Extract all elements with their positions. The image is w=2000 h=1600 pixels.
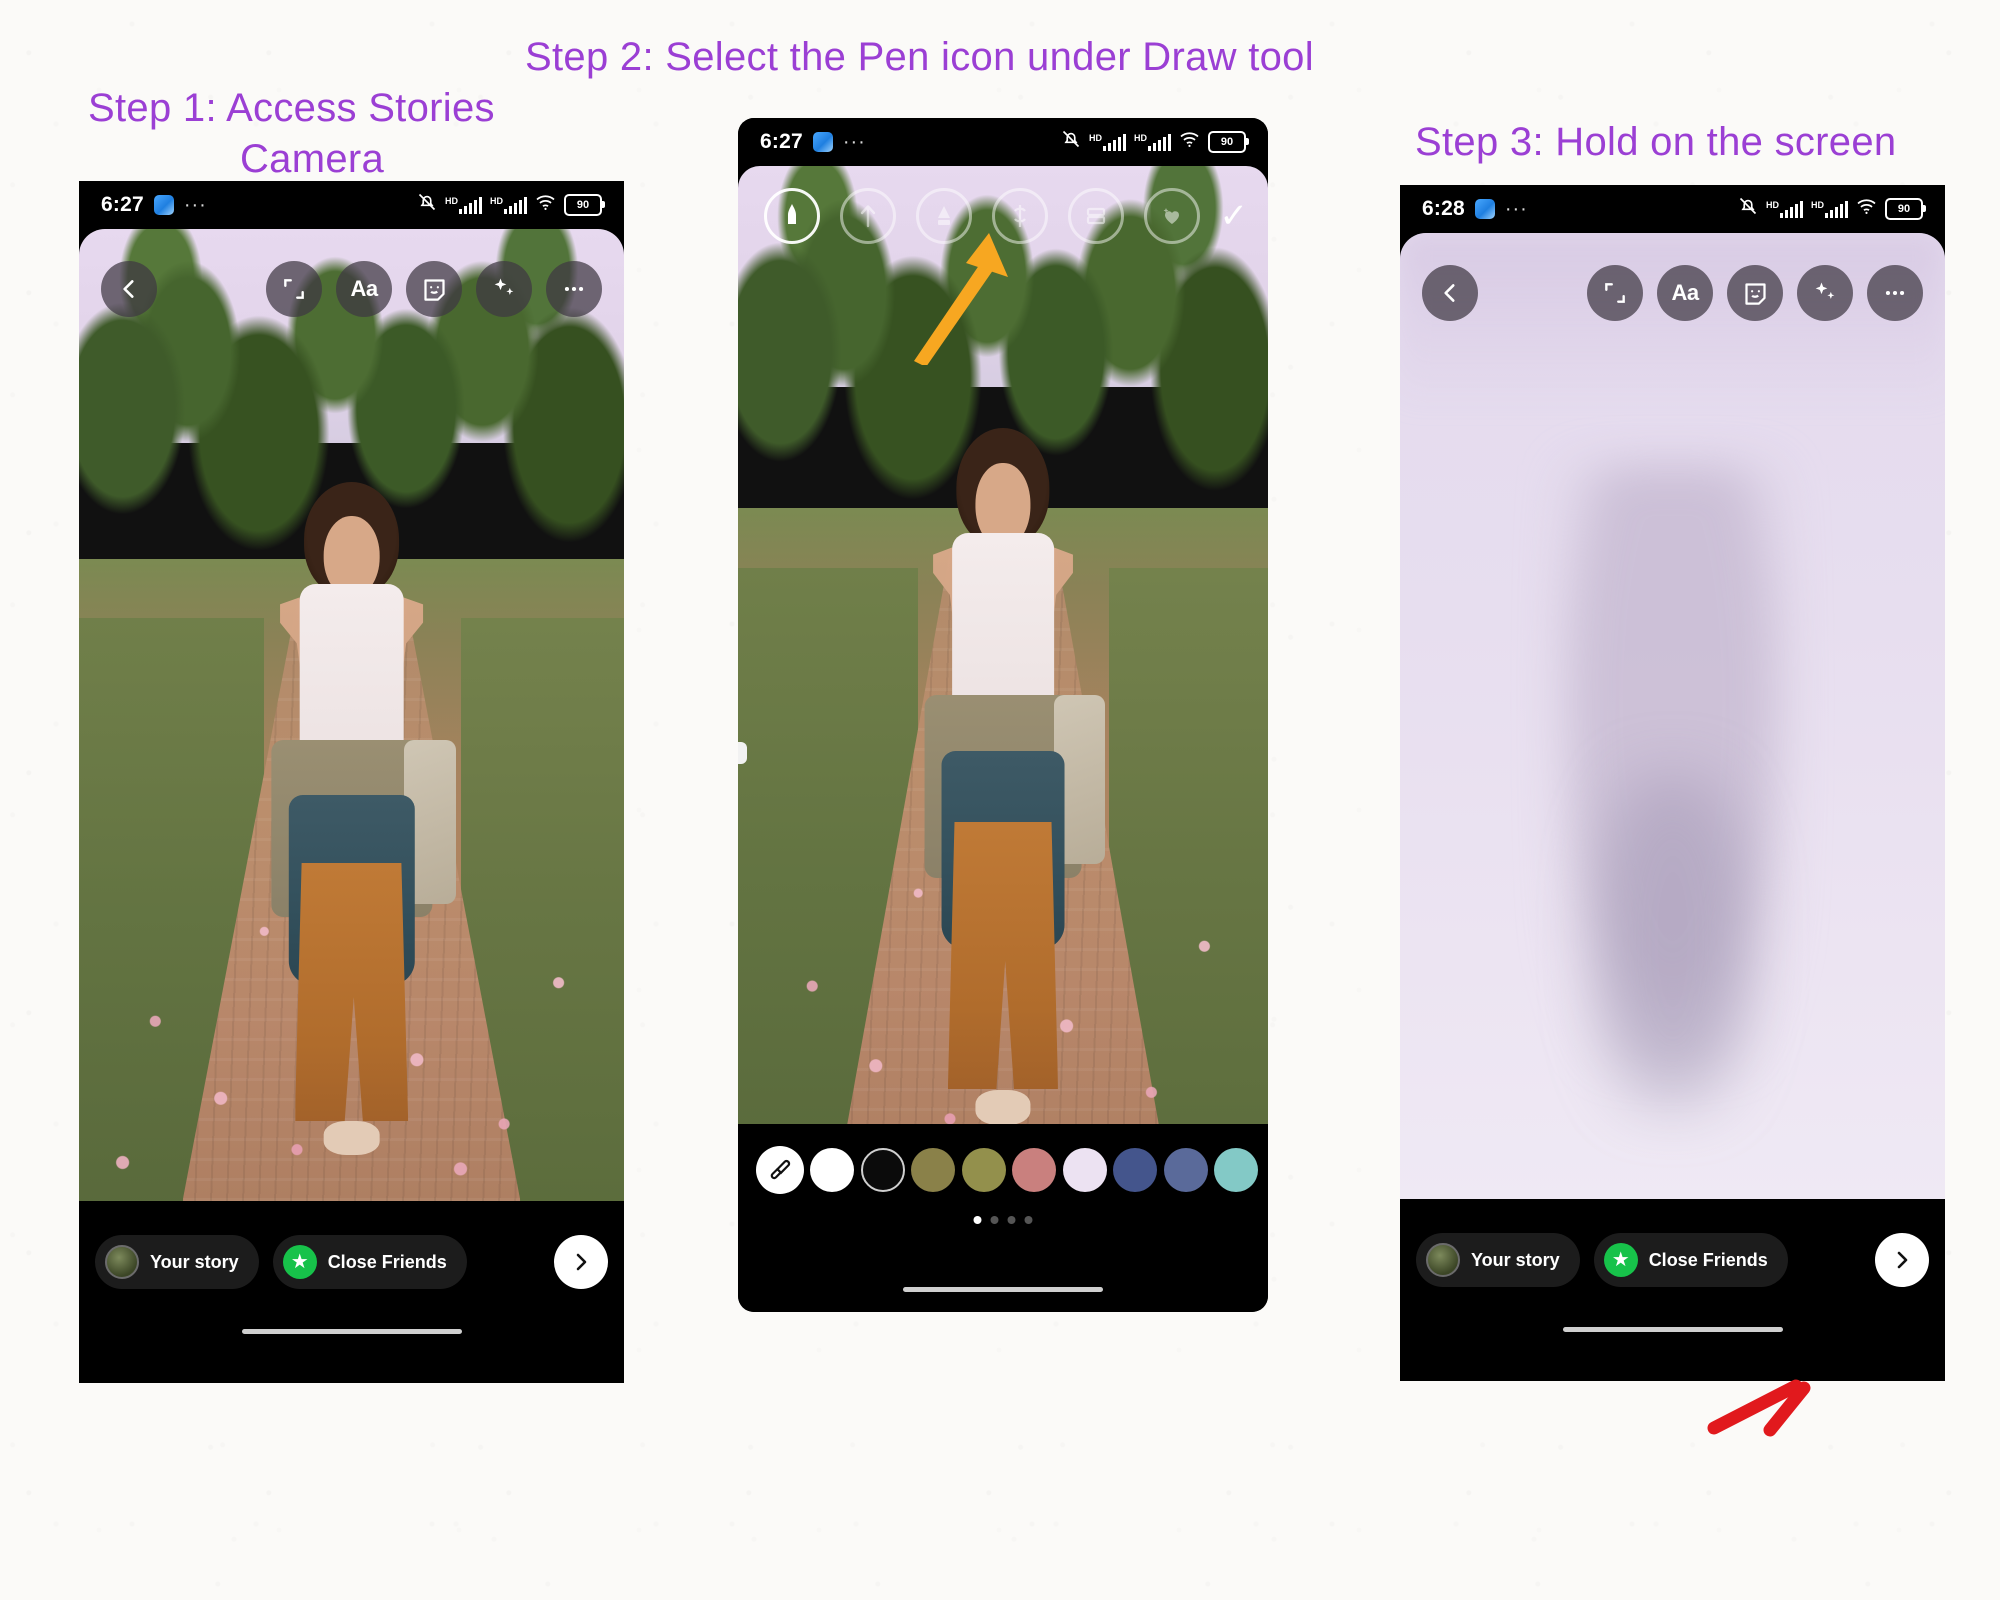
status-time: 6:28: [1422, 197, 1465, 220]
send-button[interactable]: [554, 1235, 608, 1289]
draw-tool-bar: ✓: [764, 188, 1248, 244]
person-in-photo: [243, 481, 461, 1162]
bell-muted-icon: [1061, 129, 1081, 155]
your-story-button[interactable]: Your story: [1416, 1233, 1580, 1287]
story-draw-canvas[interactable]: ✓: [738, 166, 1268, 1172]
status-overflow-icon: ···: [183, 193, 207, 216]
sticker-smiley-icon[interactable]: [406, 261, 462, 317]
sparkles-icon[interactable]: [476, 261, 532, 317]
close-friends-button[interactable]: ★ Close Friends: [272, 1235, 467, 1289]
sparkles-icon[interactable]: [1797, 265, 1853, 321]
home-indicator: [1562, 1327, 1783, 1332]
phone-screenshot-2: 6:27 ··· HD HD 90 ✓: [738, 118, 1268, 1312]
status-bar: 6:27 ··· HD HD 90: [738, 118, 1268, 166]
more-horizontal-icon[interactable]: [1867, 265, 1923, 321]
sticker-smiley-icon[interactable]: [1727, 265, 1783, 321]
close-friends-star-icon: ★: [282, 1245, 317, 1279]
page-dot[interactable]: [990, 1216, 999, 1224]
back-button[interactable]: [101, 261, 157, 317]
story-preview-screen[interactable]: Aa: [79, 229, 624, 1201]
story-edit-toolbar: Aa: [1422, 265, 1923, 321]
your-story-button[interactable]: Your story: [95, 1235, 259, 1289]
done-check-button[interactable]: ✓: [1219, 199, 1248, 233]
color-swatch-white[interactable]: [810, 1148, 855, 1192]
signal-2-icon: HD: [1134, 133, 1171, 151]
close-friends-button[interactable]: ★ Close Friends: [1593, 1233, 1788, 1287]
crop-resize-icon[interactable]: [266, 261, 322, 317]
battery-icon: 90: [564, 194, 605, 216]
color-swatch-navy[interactable]: [1113, 1148, 1158, 1192]
story-photo: [79, 229, 624, 1201]
home-indicator: [241, 1329, 462, 1334]
status-bar: 6:27 ··· HD HD 90: [79, 181, 624, 229]
color-swatch-khaki[interactable]: [961, 1148, 1006, 1192]
bell-muted-icon: [417, 192, 437, 218]
close-friends-star-icon: ★: [1603, 1243, 1638, 1277]
color-swatch-rose[interactable]: [1012, 1148, 1057, 1192]
messenger-icon: [153, 195, 174, 215]
pen-tool-icon[interactable]: [764, 188, 820, 244]
palette-page-dots: [973, 1216, 1033, 1224]
color-swatch-olive[interactable]: [911, 1148, 956, 1192]
share-bottom-bar: Your story ★ Close Friends: [79, 1201, 624, 1383]
status-time: 6:27: [760, 130, 803, 153]
signal-1-icon: HD: [445, 196, 482, 214]
color-swatch-lavender[interactable]: [1062, 1148, 1107, 1192]
status-bar: 6:28 ··· HD HD 90: [1400, 185, 1945, 233]
eraser-icon[interactable]: [1067, 188, 1124, 244]
caption-step-1-line-2: Camera: [240, 137, 385, 181]
messenger-icon: [812, 132, 833, 152]
story-blurred-screen[interactable]: Aa: [1400, 233, 1945, 1201]
battery-icon: 90: [1208, 131, 1249, 153]
crop-resize-icon[interactable]: [1587, 265, 1643, 321]
signal-1-icon: HD: [1089, 133, 1126, 151]
wifi-icon: [535, 194, 556, 217]
color-swatch-black[interactable]: [860, 1148, 905, 1192]
heart-sparkle-icon[interactable]: [1143, 188, 1200, 244]
page-dot-active[interactable]: [973, 1216, 982, 1224]
signal-1-icon: HD: [1766, 200, 1803, 218]
person-in-photo: [897, 427, 1109, 1132]
highlighter-icon[interactable]: [915, 188, 972, 244]
caption-step-1-line-1: Step 1: Access Stories: [88, 86, 495, 130]
messenger-icon: [1474, 199, 1495, 219]
color-swatch-teal[interactable]: [1213, 1148, 1258, 1192]
signal-2-icon: HD: [490, 196, 527, 214]
neon-pen-icon[interactable]: [991, 188, 1048, 244]
status-overflow-icon: ···: [1504, 197, 1528, 220]
avatar: [1426, 1243, 1460, 1277]
blurred-subject-shape-lower: [1590, 765, 1755, 1114]
status-overflow-icon: ···: [842, 130, 866, 153]
red-pointer-arrow: [1707, 1379, 1811, 1437]
text-tool-button[interactable]: Aa: [336, 261, 392, 317]
home-indicator: [903, 1287, 1103, 1292]
caption-step-2: Step 2: Select the Pen icon under Draw t…: [525, 35, 1314, 79]
draw-color-bar: [738, 1124, 1268, 1312]
status-time: 6:27: [101, 193, 144, 216]
more-horizontal-icon[interactable]: [546, 261, 602, 317]
share-bottom-bar: Your story ★ Close Friends: [1400, 1199, 1945, 1381]
story-photo: [738, 166, 1268, 1172]
color-swatch-slate[interactable]: [1163, 1148, 1208, 1192]
eyedropper-icon[interactable]: [756, 1146, 804, 1194]
phone-screenshot-1: 6:27 ··· HD HD 90 Aa Your story ★ Close …: [79, 181, 624, 1383]
wifi-icon: [1179, 131, 1200, 154]
bell-muted-icon: [1738, 196, 1758, 222]
arrow-pen-icon[interactable]: [839, 188, 896, 244]
story-edit-toolbar: Aa: [101, 261, 602, 317]
page-dot[interactable]: [1024, 1216, 1033, 1224]
wifi-icon: [1856, 198, 1877, 221]
send-button[interactable]: [1875, 1233, 1929, 1287]
phone-side-button: [738, 742, 747, 764]
phone-screenshot-3: 6:28 ··· HD HD 90 Aa Your story ★ Close …: [1400, 185, 1945, 1381]
avatar: [105, 1245, 139, 1279]
caption-step-3: Step 3: Hold on the screen: [1415, 120, 1897, 164]
battery-icon: 90: [1885, 198, 1926, 220]
color-palette: [756, 1146, 1258, 1194]
text-tool-button[interactable]: Aa: [1657, 265, 1713, 321]
page-dot[interactable]: [1007, 1216, 1016, 1224]
back-button[interactable]: [1422, 265, 1478, 321]
signal-2-icon: HD: [1811, 200, 1848, 218]
